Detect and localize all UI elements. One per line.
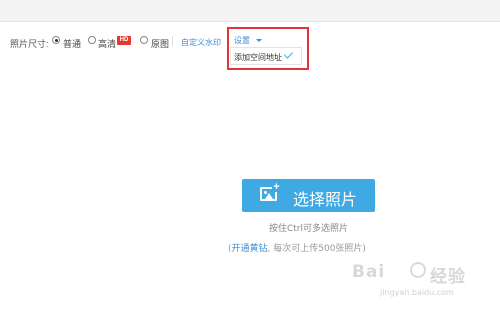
radio-hd[interactable] — [88, 36, 96, 44]
upgrade-hint: (开通黄钻, 每次可上传500张照片) — [228, 241, 366, 254]
settings-menu-button[interactable]: 设置 — [234, 35, 250, 46]
select-photos-label: 选择照片 — [293, 192, 358, 209]
watermark-brand: Bai — [352, 262, 386, 282]
toolbar-divider — [172, 36, 173, 46]
option-hd-label[interactable]: 高清 — [98, 37, 116, 50]
upgrade-hint-rest: , 每次可上传500张照片) — [267, 244, 366, 254]
chevron-down-icon[interactable] — [256, 39, 262, 42]
watermark-brand-cn: 经验 — [430, 267, 466, 287]
top-bar — [0, 0, 500, 22]
open-yellow-diamond-link[interactable]: 开通黄钻 — [232, 244, 268, 254]
multi-select-hint: 按住Ctrl可多选照片 — [268, 224, 348, 234]
custom-watermark-link[interactable]: 自定义水印 — [181, 37, 221, 48]
watermark-url: jingyan.baidu.com — [380, 288, 454, 297]
option-normal-label[interactable]: 普通 — [63, 37, 81, 50]
add-space-address-item[interactable]: 添加空间地址 — [234, 52, 282, 63]
select-photos-button[interactable]: + 选择照片 — [242, 179, 375, 212]
paw-logo-icon — [410, 262, 426, 278]
hd-badge: HD — [117, 36, 131, 45]
radio-normal[interactable] — [52, 36, 60, 44]
option-original-label[interactable]: 原图 — [151, 37, 169, 50]
radio-original[interactable] — [140, 36, 148, 44]
add-photo-icon: + — [260, 182, 281, 201]
photo-size-label: 照片尺寸: — [10, 39, 49, 49]
